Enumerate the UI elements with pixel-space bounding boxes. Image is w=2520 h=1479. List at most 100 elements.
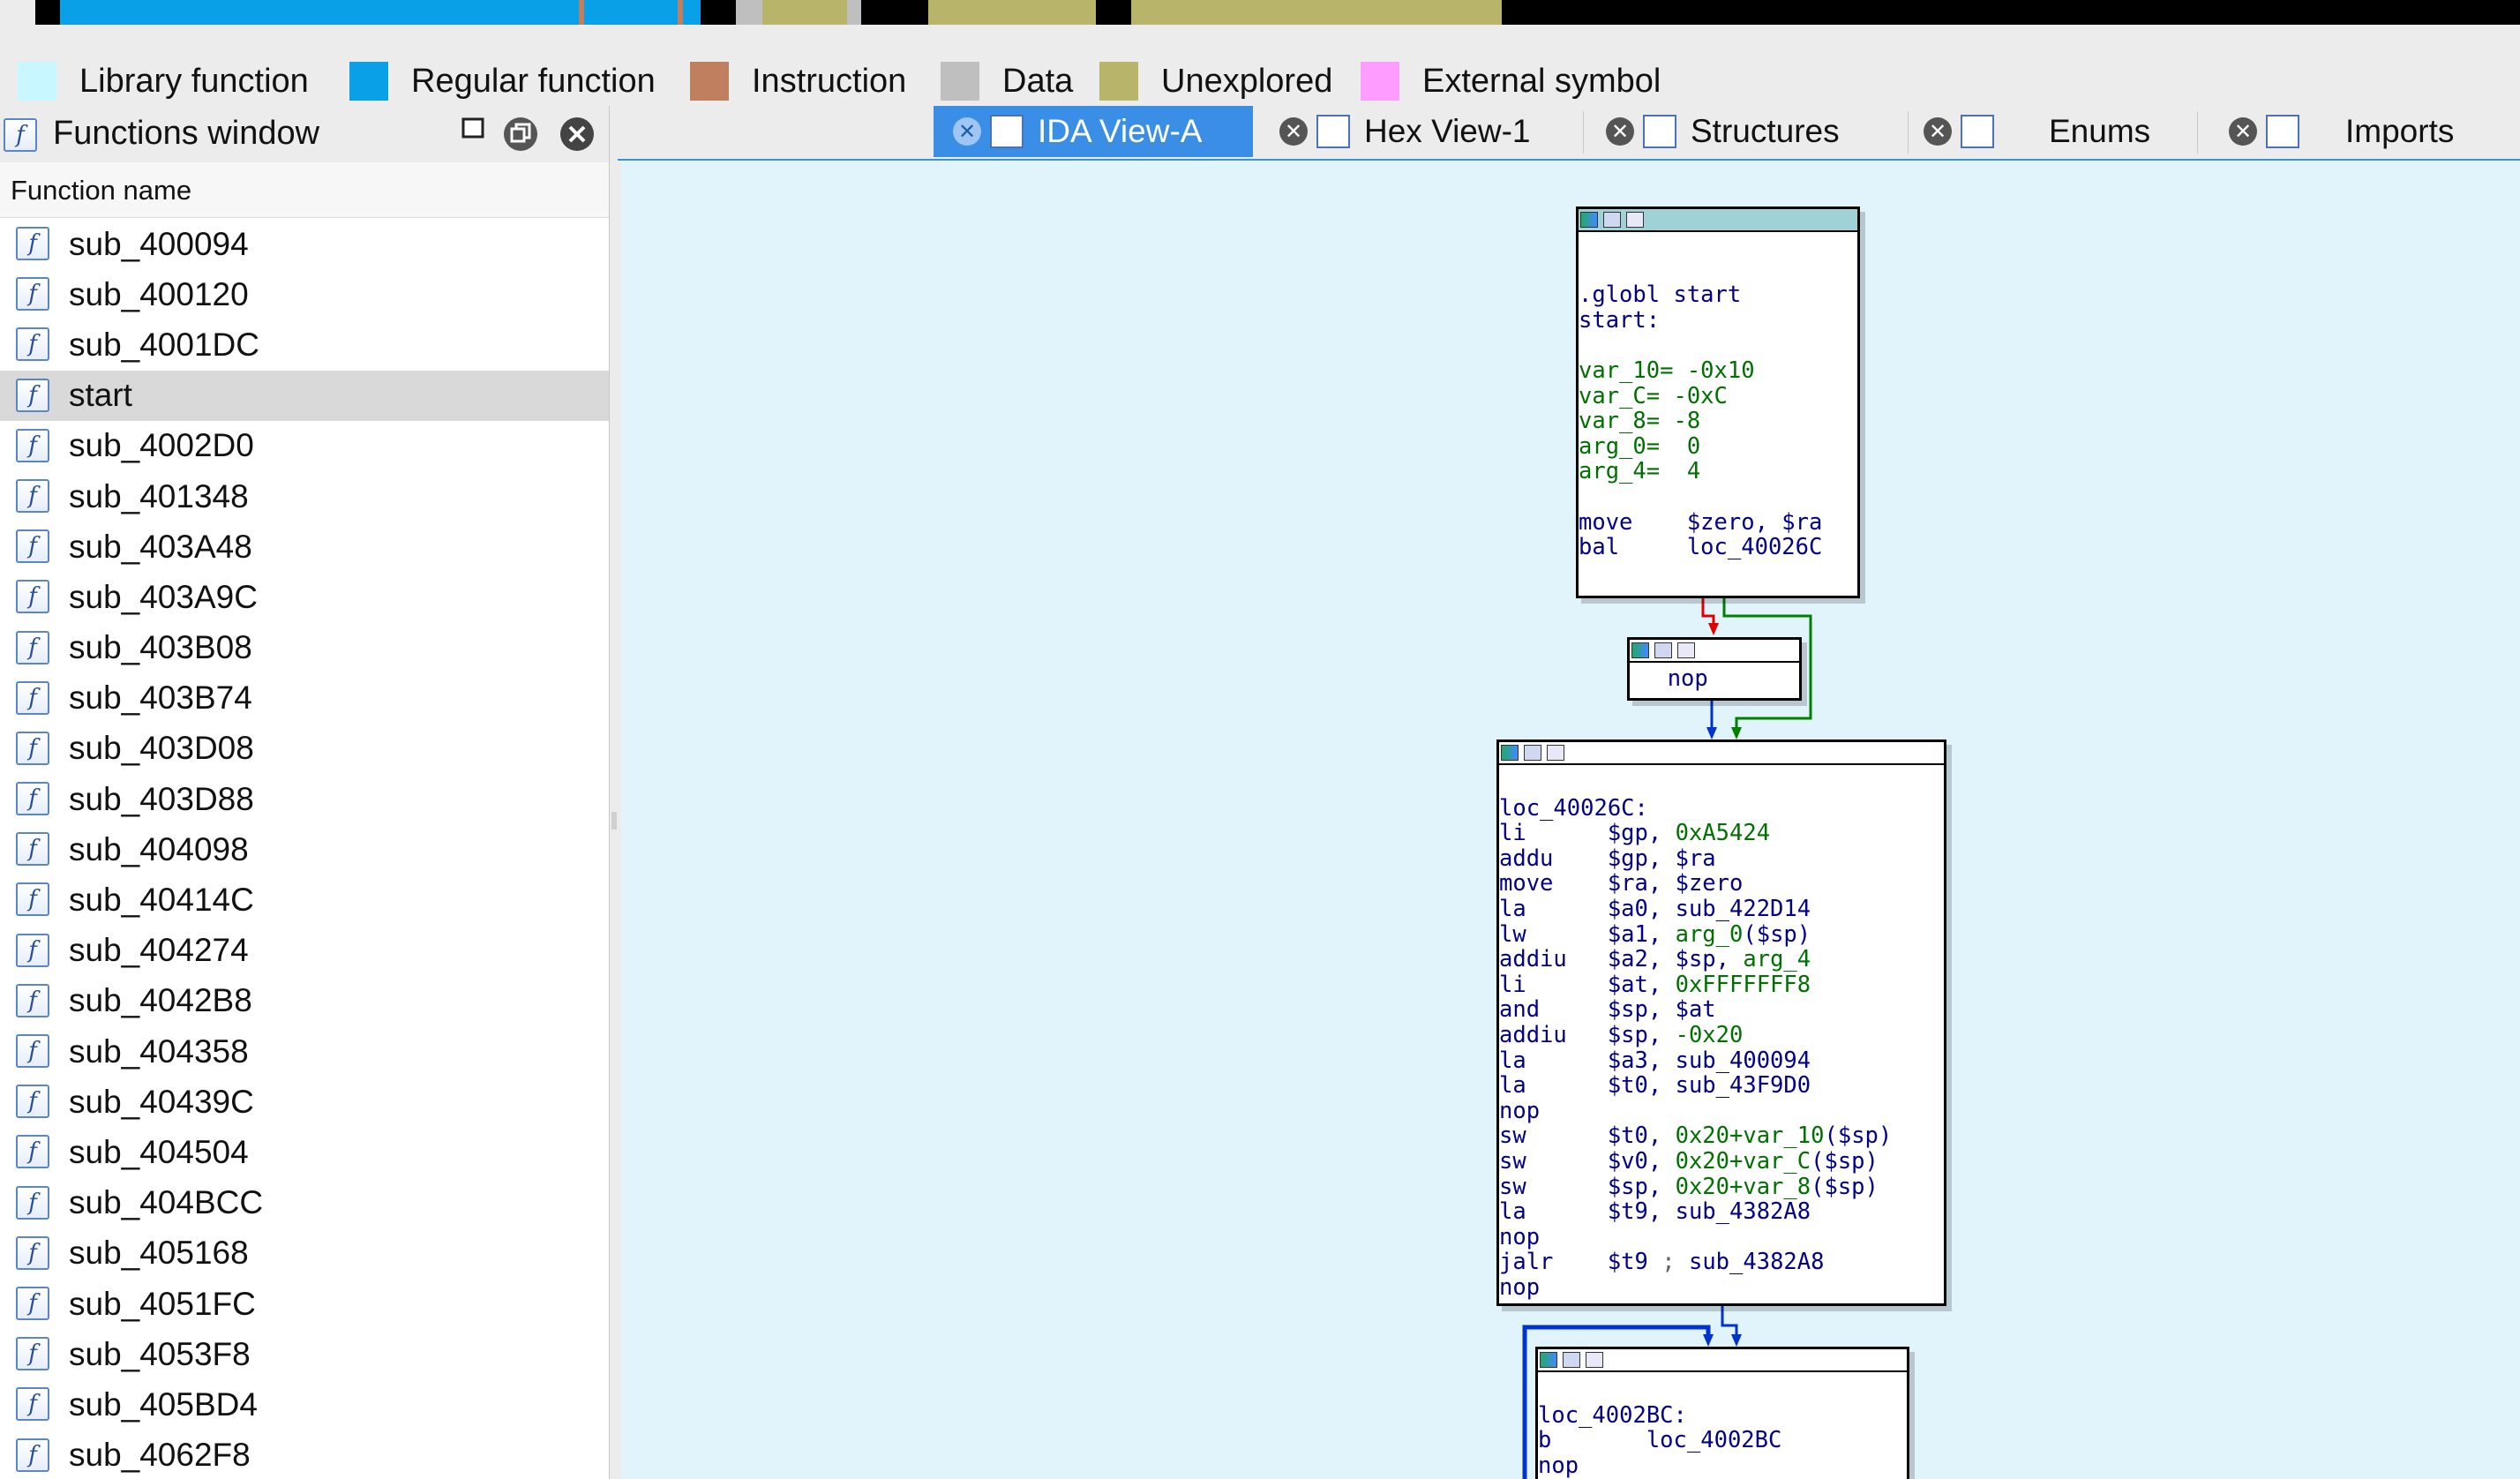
block-group-icon[interactable]: [1677, 642, 1695, 658]
code-token[interactable]: 0: [1687, 433, 1700, 460]
code-token[interactable]: $sp, $at: [1608, 996, 1716, 1023]
function-list-item[interactable]: f sub_405168: [0, 1228, 609, 1279]
code-token[interactable]: arg_4=: [1579, 458, 1687, 484]
code-token[interactable]: -0x20: [1676, 1022, 1744, 1048]
code-token[interactable]: $gp, $ra: [1608, 845, 1716, 872]
block-color-icon[interactable]: [1540, 1352, 1557, 1368]
function-list-item[interactable]: f sub_404274: [0, 926, 609, 976]
code-token[interactable]: nop: [1499, 1274, 1540, 1301]
tab-hex-view-1[interactable]: ✕ Hex View-1: [1279, 106, 1562, 157]
code-token[interactable]: nop: [1499, 1224, 1540, 1250]
code-token[interactable]: bal: [1579, 534, 1687, 560]
function-list-item[interactable]: f sub_40439C: [0, 1077, 609, 1127]
tab-close-icon[interactable]: ✕: [1924, 117, 1952, 146]
code-token[interactable]: 0x20+var_C: [1676, 1148, 1811, 1175]
code-token[interactable]: $a2, $sp,: [1608, 946, 1744, 972]
function-list-item[interactable]: f sub_4051FC: [0, 1279, 609, 1329]
code-token[interactable]: var_8=: [1579, 408, 1673, 434]
code-token[interactable]: ($sp): [1824, 1122, 1892, 1149]
code-token[interactable]: li: [1499, 820, 1608, 846]
function-list-item[interactable]: f sub_403B74: [0, 673, 609, 724]
code-token[interactable]: $sp,: [1608, 1174, 1676, 1200]
function-list-item[interactable]: f sub_400094: [0, 219, 609, 269]
code-token[interactable]: jalr: [1499, 1249, 1608, 1275]
tab-close-icon[interactable]: ✕: [1279, 117, 1308, 146]
function-list-item[interactable]: f sub_4001DC: [0, 319, 609, 370]
code-token[interactable]: ($sp): [1743, 921, 1811, 948]
block-color-icon[interactable]: [1501, 745, 1519, 761]
code-token[interactable]: 4: [1687, 458, 1700, 484]
code-token[interactable]: la: [1499, 1198, 1608, 1225]
ida-graph-view[interactable]: .globl start start: var_10= -0x10 var_C= -0…: [621, 161, 2520, 1479]
graph-block-loc-40026c[interactable]: loc_40026C: li $gp, 0xA5424 addu $gp, $ra m…: [1496, 740, 1946, 1306]
functions-window-titlebar[interactable]: f Functions window: [0, 106, 609, 163]
code-token[interactable]: li: [1499, 972, 1608, 998]
code-token[interactable]: $a0, sub_422D14: [1608, 896, 1811, 922]
function-list-item[interactable]: f sub_4053F8: [0, 1329, 609, 1379]
code-token[interactable]: $ra, $zero: [1608, 870, 1744, 897]
code-token[interactable]: nop: [1499, 1098, 1540, 1124]
code-token[interactable]: nop: [1538, 1453, 1579, 1479]
maximize-icon[interactable]: [455, 115, 491, 150]
code-token[interactable]: 0x20+var_8: [1676, 1174, 1811, 1200]
block-rename-icon[interactable]: [1524, 745, 1541, 761]
function-list-item[interactable]: f sub_404098: [0, 824, 609, 875]
function-list-item[interactable]: f sub_405BD4: [0, 1379, 609, 1430]
code-token[interactable]: 0xFFFFFFF8: [1676, 972, 1811, 998]
function-list-item[interactable]: f sub_403D08: [0, 724, 609, 774]
tab-imports[interactable]: ✕ Imports: [2229, 106, 2511, 157]
function-list-item[interactable]: f sub_403B08: [0, 623, 609, 673]
function-list-item[interactable]: f sub_4042B8: [0, 976, 609, 1026]
panel-splitter[interactable]: [611, 812, 618, 830]
code-token[interactable]: addiu: [1499, 946, 1608, 972]
code-token[interactable]: loc_4002BC: [1646, 1427, 1782, 1453]
code-token[interactable]: addu: [1499, 845, 1608, 872]
code-token[interactable]: -8: [1673, 408, 1700, 434]
block-group-icon[interactable]: [1547, 745, 1564, 761]
block-color-icon[interactable]: [1580, 212, 1598, 228]
code-token[interactable]: 0x20+var_10: [1676, 1122, 1825, 1149]
close-icon[interactable]: [559, 116, 595, 152]
graph-block-loc-4002bc[interactable]: loc_4002BC: b loc_4002BC nop: [1535, 1347, 1909, 1479]
code-token[interactable]: $at,: [1608, 972, 1676, 998]
code-token[interactable]: sw: [1499, 1174, 1608, 1200]
function-list-item[interactable]: f sub_400120: [0, 269, 609, 319]
code-token[interactable]: loc_4002BC:: [1538, 1402, 1687, 1429]
tab-close-icon[interactable]: ✕: [953, 117, 981, 146]
function-list-item[interactable]: f start: [0, 370, 609, 421]
code-token[interactable]: $t0,: [1608, 1122, 1676, 1149]
code-token[interactable]: $zero, $ra: [1687, 509, 1823, 536]
code-token[interactable]: var_C=: [1579, 383, 1673, 409]
code-token[interactable]: .globl start: [1579, 282, 1741, 308]
function-list[interactable]: f sub_400094 f sub_400120 f sub_4001DC f start f…: [0, 219, 609, 1479]
code-token[interactable]: ;: [1661, 1249, 1689, 1275]
code-token[interactable]: move: [1499, 870, 1608, 897]
code-token[interactable]: lw: [1499, 921, 1608, 948]
block-group-icon[interactable]: [1626, 212, 1644, 228]
function-list-item[interactable]: f sub_40414C: [0, 875, 609, 925]
graph-block-start[interactable]: .globl start start: var_10= -0x10 var_C= -0…: [1576, 206, 1860, 598]
code-token[interactable]: -0x10: [1687, 357, 1755, 384]
code-token[interactable]: ($sp): [1811, 1174, 1879, 1200]
code-token[interactable]: move: [1579, 509, 1687, 536]
function-list-item[interactable]: f sub_4002D0: [0, 421, 609, 471]
block-rename-icon[interactable]: [1603, 212, 1621, 228]
function-list-item[interactable]: f sub_4062F8: [0, 1430, 609, 1479]
function-list-item[interactable]: f sub_403D88: [0, 774, 609, 824]
tab-enums[interactable]: ✕ Enums: [1924, 106, 2179, 157]
code-token[interactable]: loc_40026C:: [1499, 795, 1648, 822]
code-token[interactable]: $t0, sub_43F9D0: [1608, 1072, 1811, 1099]
code-token[interactable]: $v0,: [1608, 1148, 1676, 1175]
block-color-icon[interactable]: [1631, 642, 1649, 658]
code-token[interactable]: addiu: [1499, 1022, 1608, 1048]
tab-close-icon[interactable]: ✕: [2229, 117, 2257, 146]
block-rename-icon[interactable]: [1654, 642, 1672, 658]
code-token[interactable]: la: [1499, 1072, 1608, 1099]
code-token[interactable]: ($sp): [1811, 1148, 1879, 1175]
code-token[interactable]: arg_0=: [1579, 433, 1687, 460]
function-list-item[interactable]: f sub_401348: [0, 471, 609, 522]
code-token[interactable]: la: [1499, 896, 1608, 922]
code-token[interactable]: and: [1499, 996, 1608, 1023]
tab-structures[interactable]: ✕ Structures: [1606, 106, 1888, 157]
function-list-item[interactable]: f sub_404358: [0, 1026, 609, 1077]
